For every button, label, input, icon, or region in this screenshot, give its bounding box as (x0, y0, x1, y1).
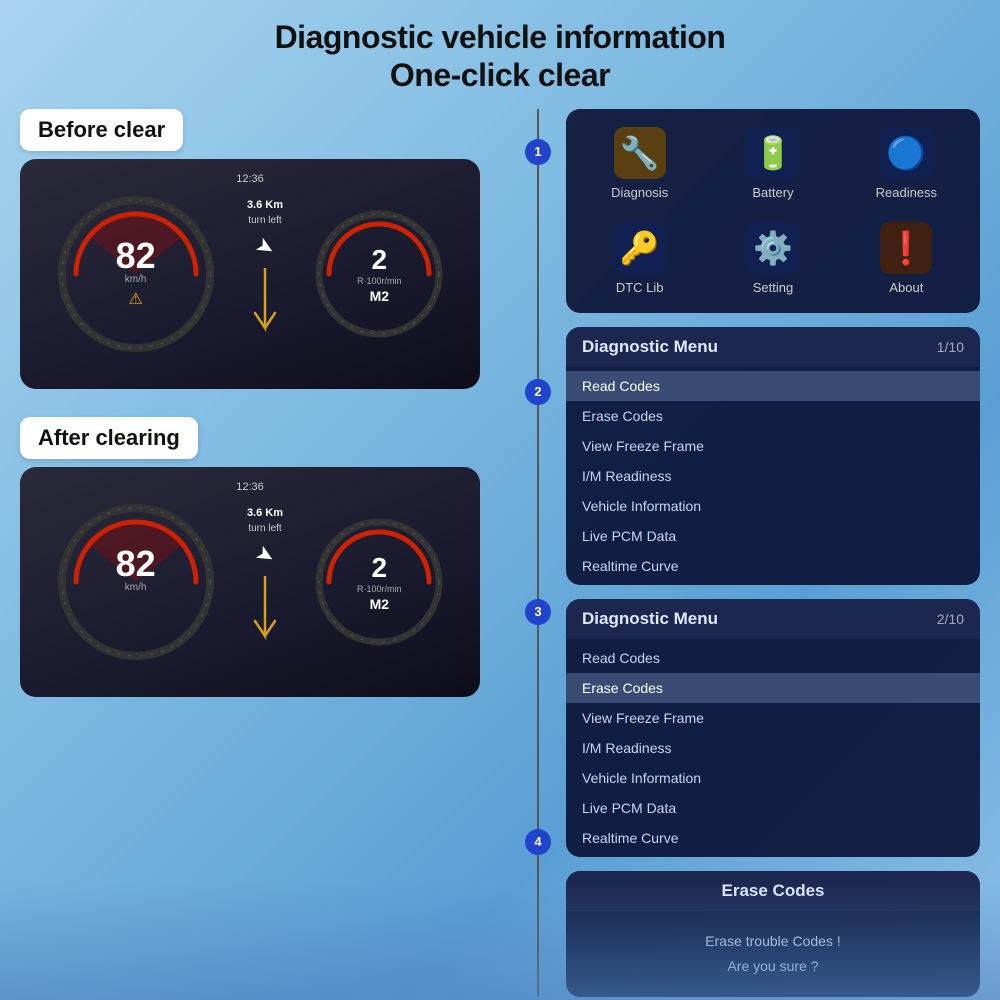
erase-codes-body: Erase trouble Codes ! Are you sure ? (566, 911, 980, 997)
nav-direction-before: turn left (248, 215, 281, 226)
diag-menu-2-item-5[interactable]: Live PCM Data (566, 793, 980, 823)
step-1: 1 (525, 139, 551, 165)
speedometer-before: 82 km/h ⚠ (56, 194, 216, 354)
warning-icon-before: ⚠ (128, 289, 142, 309)
rpm-label-before: R·100r/min (357, 276, 402, 286)
rpm-meter-after: 2 R·100r/min M2 (314, 517, 444, 647)
diag-menu-1-page: 1/10 (937, 339, 964, 355)
erase-codes-card: Erase Codes Erase trouble Codes ! Are yo… (566, 871, 980, 997)
erase-codes-text: Erase trouble Codes ! Are you sure ? (582, 929, 964, 979)
time-display-1: 12:36 (236, 173, 264, 185)
erase-codes-title: Erase Codes (722, 881, 825, 900)
diag-menu-1-header: Diagnostic Menu 1/10 (566, 327, 980, 367)
feature-about-label: About (889, 280, 923, 295)
feature-setting[interactable]: ⚙️ Setting (709, 214, 836, 303)
diag-menu-1-item-1[interactable]: Erase Codes (566, 401, 980, 431)
feature-readiness-label: Readiness (876, 185, 937, 200)
feature-battery-label: Battery (752, 185, 793, 200)
diag-menu-1-item-2[interactable]: View Freeze Frame (566, 431, 980, 461)
feature-about[interactable]: ❗ About (843, 214, 970, 303)
diag-menu-2-items: Read Codes Erase Codes View Freeze Frame… (566, 639, 980, 857)
page-title: Diagnostic vehicle information One-click… (0, 0, 1000, 109)
feature-diagnosis[interactable]: 🔧 Diagnosis (576, 119, 703, 208)
diag-menu-2-page: 2/10 (937, 611, 964, 627)
diag-menu-2-item-2[interactable]: View Freeze Frame (566, 703, 980, 733)
gear-after: M2 (370, 596, 389, 612)
dashboard-before: 12:36 (20, 159, 480, 389)
diag-menu-1-item-0[interactable]: Read Codes (566, 371, 980, 401)
diag-menu-1-title: Diagnostic Menu (582, 337, 718, 357)
diag-menu-2-title: Diagnostic Menu (582, 609, 718, 629)
gear-before: M2 (370, 288, 389, 304)
nav-display-before: 3.6 Km turn left ➤ (247, 199, 283, 348)
diag-menu-2-item-3[interactable]: I/M Readiness (566, 733, 980, 763)
nav-distance-after: 3.6 Km (247, 507, 283, 519)
erase-line2: Are you sure ? (727, 958, 818, 974)
feature-grid: 🔧 Diagnosis 🔋 Battery 🔵 Readiness 🔑 DTC … (566, 109, 980, 313)
erase-line1: Erase trouble Codes ! (705, 933, 840, 949)
rpm-label-after: R·100r/min (357, 584, 402, 594)
time-display-2: 12:36 (236, 481, 264, 493)
left-column: Before clear 12:36 (20, 109, 520, 997)
feature-setting-label: Setting (753, 280, 793, 295)
erase-codes-header: Erase Codes (566, 871, 980, 911)
feature-readiness[interactable]: 🔵 Readiness (843, 119, 970, 208)
feature-dtclib-label: DTC Lib (616, 280, 664, 295)
diag-menu-1-item-6[interactable]: Realtime Curve (566, 551, 980, 581)
nav-direction-after: turn left (248, 523, 281, 534)
diagnostic-menu-1: Diagnostic Menu 1/10 Read Codes Erase Co… (566, 327, 980, 585)
step-4: 4 (525, 829, 551, 855)
feature-diagnosis-label: Diagnosis (611, 185, 668, 200)
rpm-value-before: 2 (372, 244, 388, 276)
rpm-meter-before: 2 R·100r/min M2 (314, 209, 444, 339)
nav-display-after: 3.6 Km turn left ➤ (247, 507, 283, 656)
diag-menu-2-item-4[interactable]: Vehicle Information (566, 763, 980, 793)
feature-dtclib[interactable]: 🔑 DTC Lib (576, 214, 703, 303)
diagnostic-menu-2: Diagnostic Menu 2/10 Read Codes Erase Co… (566, 599, 980, 857)
right-column: 🔧 Diagnosis 🔋 Battery 🔵 Readiness 🔑 DTC … (556, 109, 980, 997)
diag-menu-2-item-6[interactable]: Realtime Curve (566, 823, 980, 853)
diag-menu-2-item-0[interactable]: Read Codes (566, 643, 980, 673)
after-clearing-label: After clearing (20, 417, 198, 459)
nav-distance-before: 3.6 Km (247, 199, 283, 211)
speed-value-after: 82 (116, 546, 156, 582)
diag-menu-1-item-4[interactable]: Vehicle Information (566, 491, 980, 521)
diag-menu-1-item-3[interactable]: I/M Readiness (566, 461, 980, 491)
diag-menu-2-item-1[interactable]: Erase Codes (566, 673, 980, 703)
diag-menu-1-item-5[interactable]: Live PCM Data (566, 521, 980, 551)
before-clear-label: Before clear (20, 109, 183, 151)
diag-menu-2-header: Diagnostic Menu 2/10 (566, 599, 980, 639)
dashboard-after: 12:36 82 km/h ⚠ (20, 467, 480, 697)
speedometer-after: 82 km/h ⚠ (56, 502, 216, 662)
step-2: 2 (525, 379, 551, 405)
rpm-value-after: 2 (372, 552, 388, 584)
speed-value-before: 82 (116, 238, 156, 274)
step-3: 3 (525, 599, 551, 625)
feature-battery[interactable]: 🔋 Battery (709, 119, 836, 208)
diag-menu-1-items: Read Codes Erase Codes View Freeze Frame… (566, 367, 980, 585)
